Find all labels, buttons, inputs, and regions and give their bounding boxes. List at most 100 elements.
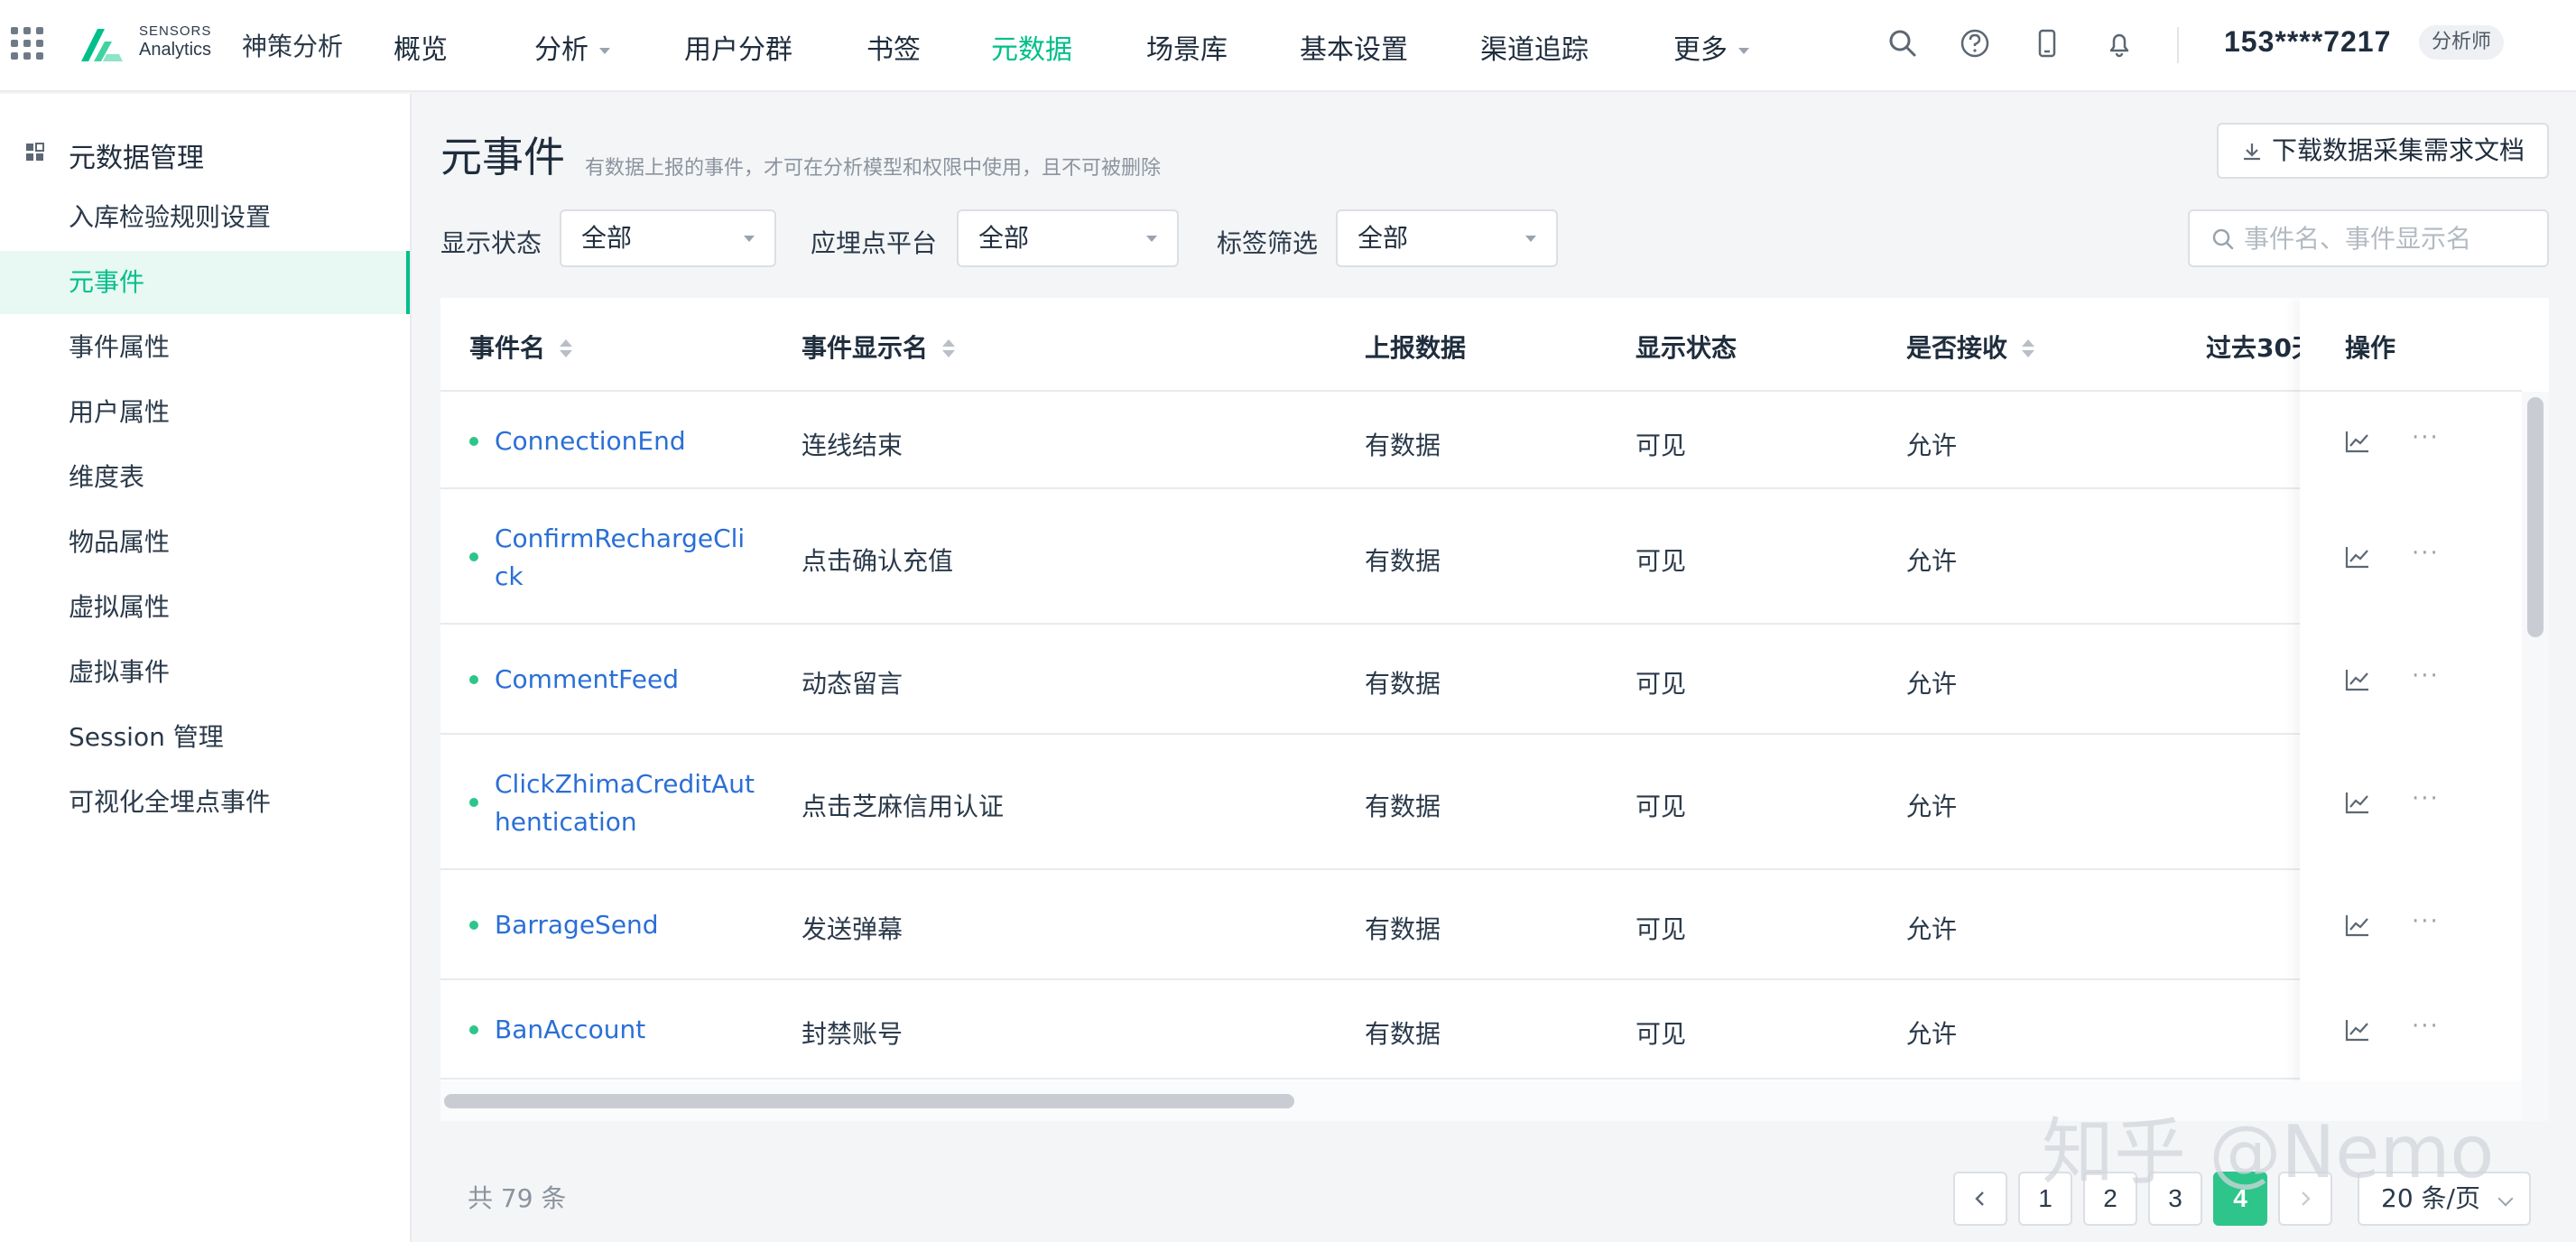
col-event-name-label: 事件名 — [469, 333, 546, 363]
sidebar-item-virtual-properties[interactable]: 虚拟属性 — [0, 576, 410, 639]
event-search-input[interactable] — [2244, 217, 2533, 260]
trend-chart-icon[interactable] — [2345, 545, 2370, 569]
nav-channel-tracking-label: 渠道追踪 — [1480, 34, 1589, 66]
col-operations: 操作 — [2345, 333, 2396, 363]
chevron-down-icon — [1525, 236, 1536, 242]
sidebar-item-virtual-events[interactable]: 虚拟事件 — [0, 641, 410, 704]
top-nav-bar: SENSORS Analytics 神策分析 概览 分析 用户分群 书签 元数据… — [0, 0, 2576, 92]
reported-value: 有数据 — [1365, 431, 1441, 460]
sensors-logo[interactable]: SENSORS Analytics — [78, 22, 213, 69]
help-icon[interactable] — [1959, 27, 1991, 60]
nav-overview[interactable]: 概览 — [394, 27, 448, 67]
user-name[interactable]: 153****7217 — [2224, 25, 2391, 59]
status-value: 可见 — [1635, 431, 1687, 460]
more-actions-icon[interactable]: ··· — [2412, 785, 2440, 812]
horizontal-scroll-thumb[interactable] — [444, 1094, 1294, 1108]
sidebar-item-meta-events[interactable]: 元事件 — [0, 251, 410, 314]
nav-scene-library-label: 场景库 — [1146, 34, 1228, 66]
accept-value: 允许 — [1906, 669, 1958, 699]
sidebar: 元数据管理 入库检验规则设置 元事件 事件属性 用户属性 维度表 物品属性 虚拟… — [0, 94, 412, 1242]
filter-display-status-label: 显示状态 — [440, 228, 542, 258]
table-header: 事件名 事件显示名 上报数据 显示状态 是否接收 过去30天 — [440, 298, 2522, 392]
nav-analysis[interactable]: 分析 — [534, 27, 610, 67]
nav-user-segments[interactable]: 用户分群 — [684, 27, 792, 67]
more-actions-icon[interactable]: ··· — [2412, 540, 2440, 567]
more-actions-icon[interactable]: ··· — [2412, 908, 2440, 935]
status-dot — [469, 437, 478, 446]
more-actions-icon[interactable]: ··· — [2412, 663, 2440, 690]
display-status-value: 全部 — [581, 223, 633, 253]
status-value: 可见 — [1635, 669, 1687, 699]
display-status-select[interactable]: 全部 — [560, 209, 776, 267]
status-dot — [469, 552, 478, 561]
vertical-scroll-thumb[interactable] — [2527, 397, 2544, 637]
trend-chart-icon[interactable] — [2345, 1018, 2370, 1042]
download-doc-button[interactable]: 下载数据采集需求文档 — [2217, 123, 2549, 179]
sidebar-item-session[interactable]: Session 管理 — [0, 706, 410, 769]
nav-metadata[interactable]: 元数据 — [991, 27, 1072, 67]
more-actions-icon[interactable]: ··· — [2412, 1013, 2440, 1040]
total-count: 共 79 条 — [468, 1183, 567, 1213]
trend-chart-icon[interactable] — [2345, 668, 2370, 691]
role-badge: 分析师 — [2419, 25, 2505, 60]
events-table: 事件名 事件显示名 上报数据 显示状态 是否接收 过去30天 Connectio… — [440, 298, 2549, 1121]
app-grid-icon[interactable] — [11, 27, 43, 60]
status-value: 可见 — [1635, 792, 1687, 821]
event-name-link[interactable]: ConfirmRechargeClick — [495, 520, 756, 596]
nav-divider — [2177, 27, 2179, 63]
col-accept[interactable]: 是否接收 — [1906, 329, 2035, 365]
col-reported: 上报数据 — [1365, 333, 1467, 363]
event-name-link[interactable]: ConnectionEnd — [495, 422, 756, 460]
sort-icon[interactable] — [560, 339, 573, 359]
col-accept-label: 是否接收 — [1906, 333, 2008, 363]
download-icon — [2243, 144, 2260, 161]
chevron-left-icon — [1975, 1191, 1984, 1206]
accept-value: 允许 — [1906, 431, 1958, 460]
mobile-icon[interactable] — [2031, 27, 2063, 60]
sidebar-item-ingest-rules[interactable]: 入库检验规则设置 — [0, 186, 410, 249]
table-row: BanAccount 封禁账号 有数据 可见 允许 — [440, 982, 2522, 1080]
status-value: 可见 — [1635, 546, 1687, 576]
sidebar-item-dimension-tables[interactable]: 维度表 — [0, 446, 410, 509]
nav-bookmarks[interactable]: 书签 — [866, 27, 921, 67]
bell-icon[interactable] — [2103, 27, 2136, 60]
watermark: 知乎 @Nemo — [2042, 1110, 2495, 1194]
filter-tag-label: 标签筛选 — [1217, 228, 1319, 258]
status-value: 可见 — [1635, 914, 1687, 944]
event-display-name: 发送弹幕 — [802, 914, 903, 944]
event-name-link[interactable]: BarrageSend — [495, 906, 756, 944]
sidebar-item-user-properties[interactable]: 用户属性 — [0, 381, 410, 444]
sort-icon[interactable] — [2022, 339, 2035, 359]
more-actions-icon[interactable]: ··· — [2412, 424, 2440, 451]
page-subtitle: 有数据上报的事件，才可在分析模型和权限中使用，且不可被删除 — [585, 157, 1162, 180]
platform-value: 全部 — [978, 223, 1030, 253]
event-name-link[interactable]: ClickZhimaCreditAuthentication — [495, 765, 756, 841]
trend-chart-icon[interactable] — [2345, 791, 2370, 814]
nav-scene-library[interactable]: 场景库 — [1146, 27, 1228, 67]
tag-select[interactable]: 全部 — [1336, 209, 1558, 267]
event-name-link[interactable]: CommentFeed — [495, 661, 756, 699]
trend-chart-icon[interactable] — [2345, 913, 2370, 937]
nav-basic-settings[interactable]: 基本设置 — [1300, 27, 1408, 67]
event-name-link[interactable]: BanAccount — [495, 1011, 756, 1049]
sidebar-item-visual-tracking[interactable]: 可视化全埋点事件 — [0, 771, 410, 834]
sidebar-item-event-properties[interactable]: 事件属性 — [0, 316, 410, 379]
nav-bookmarks-label: 书签 — [866, 34, 921, 66]
download-doc-label: 下载数据采集需求文档 — [2271, 135, 2525, 165]
table-row: ConfirmRechargeClick 点击确认充值 有数据 可见 允许 — [440, 491, 2522, 625]
search-icon[interactable] — [1886, 27, 1919, 60]
event-search-box[interactable] — [2188, 209, 2549, 267]
platform-select[interactable]: 全部 — [957, 209, 1179, 267]
col-display-name[interactable]: 事件显示名 — [802, 329, 956, 365]
sidebar-item-item-properties[interactable]: 物品属性 — [0, 511, 410, 574]
trend-chart-icon[interactable] — [2345, 430, 2370, 453]
col-event-name[interactable]: 事件名 — [469, 329, 573, 365]
nav-more[interactable]: 更多 — [1673, 27, 1749, 67]
prev-page-button[interactable] — [1953, 1172, 2007, 1226]
logo-text-analytics: Analytics — [139, 40, 212, 60]
table-row: CommentFeed 动态留言 有数据 可见 允许 — [440, 626, 2522, 735]
sort-icon[interactable] — [942, 339, 956, 359]
logo-text-sensors: SENSORS — [139, 23, 212, 39]
nav-channel-tracking[interactable]: 渠道追踪 — [1480, 27, 1589, 67]
event-display-name: 点击芝麻信用认证 — [802, 792, 1005, 821]
